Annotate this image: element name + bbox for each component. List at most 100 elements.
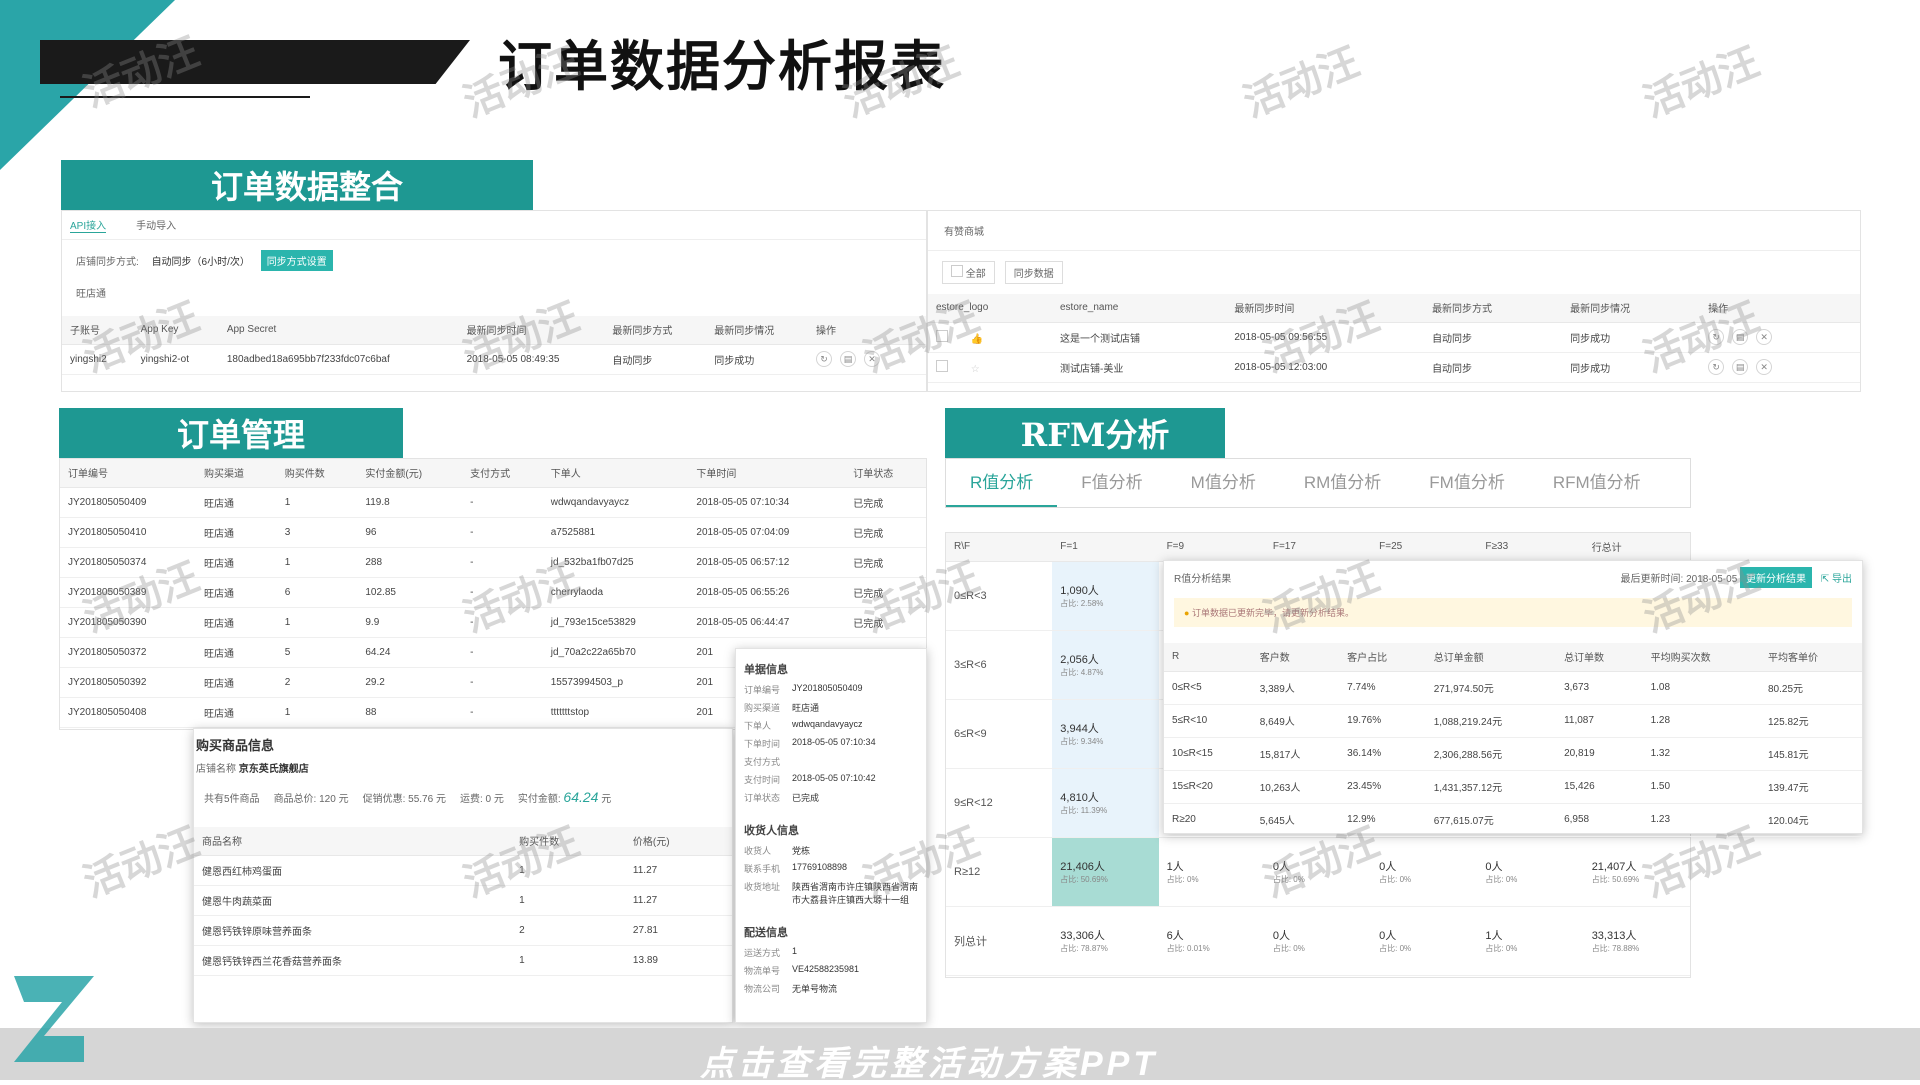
cell: 64.24 <box>357 637 463 668</box>
detail-key: 支付时间 <box>744 775 781 785</box>
delete-icon[interactable]: ✕ <box>1756 329 1773 345</box>
table-row: R≥20 5,645人 12.9% 677,615.07元 6,958 1.23 120.0… <box>1164 803 1862 837</box>
cell: 2018-05-05 06:57:12 <box>688 547 846 578</box>
col-header: 下单时间 <box>688 459 846 488</box>
cell: 15,817人 <box>1251 737 1340 771</box>
order-id-link[interactable]: JY201805050409 <box>60 487 197 518</box>
summary-discount: 促销优惠: 55.76 元 <box>362 794 446 805</box>
order-id-link[interactable]: JY201805050389 <box>60 577 197 608</box>
table-row: JY201805050410 旺店通 3 96- a7525881 2018-05-05 … <box>60 517 926 548</box>
order-id-link[interactable]: JY201805050390 <box>60 607 197 638</box>
detail-value: 党栋 <box>792 846 811 856</box>
detail-row: 订单状态 已完成 <box>744 791 918 804</box>
tab-1[interactable]: R值分析 <box>946 459 1058 507</box>
row-checkbox[interactable] <box>936 329 948 342</box>
detail-row: 支付时间 2018-05-05 07:10:42 <box>744 773 918 786</box>
edit-icon[interactable]: ▤ <box>840 351 857 367</box>
row-label: 6≤R<9 <box>946 699 1053 769</box>
detail-key: 下单人 <box>744 721 772 731</box>
delete-icon[interactable]: ✕ <box>1756 359 1773 375</box>
footer-cta-link[interactable]: 点击查看完整活动方案PPT <box>700 1036 1158 1085</box>
sync-icon[interactable]: ↻ <box>816 351 833 367</box>
delete-icon[interactable]: ✕ <box>864 351 881 367</box>
tab-2[interactable]: F值分析 <box>1057 459 1166 507</box>
cell: 同步成功 <box>1562 322 1701 353</box>
cell: 5,645人 <box>1251 803 1340 837</box>
goods-table: 商品名称 购买件数 价格(元) 健恩西红柿鸡蛋面 1 11.27 健恩牛肉蔬菜面 1 11.27… <box>194 827 732 976</box>
detail-row: 下单人 wdwqandavyaycz <box>744 719 918 732</box>
table-row: 健恩西红柿鸡蛋面 1 11.27 <box>194 855 732 886</box>
row-label: 列总计 <box>946 906 1053 976</box>
cell: 1.28 <box>1642 704 1760 738</box>
export-link[interactable]: ⇱ 导出 <box>1821 574 1852 585</box>
order-id-link[interactable]: JY201805050374 <box>60 547 197 578</box>
rfm-cell: 1,090人 占比: 2.58% <box>1052 561 1159 631</box>
rfm-tabs: R值分析 F值分析 M值分析 RM值分析 FM值分析 RFM值分析 <box>945 458 1691 508</box>
tab-4[interactable]: RM值分析 <box>1280 459 1405 507</box>
header-row: 商品名称 购买件数 价格(元) <box>194 827 732 856</box>
col-header: 总订单数 <box>1556 643 1643 672</box>
rfm-cell: 2,056人 占比: 4.87% <box>1052 630 1159 700</box>
cell: 2018-05-05 07:10:34 <box>688 487 846 518</box>
sync-data-button[interactable]: 同步数据 <box>1004 261 1063 284</box>
order-id-link[interactable]: JY201805050372 <box>60 637 197 668</box>
rfm-cell: 1人 占比: 0% <box>1477 906 1584 976</box>
cell: 1 <box>276 487 358 518</box>
cell-count: 0人 <box>1379 861 1397 873</box>
tab-5[interactable]: FM值分析 <box>1405 459 1529 507</box>
all-filter[interactable]: 全部 <box>942 261 995 284</box>
select-all-checkbox[interactable] <box>951 265 963 277</box>
cell: - <box>462 667 543 698</box>
col-header: 操作 <box>1700 294 1860 323</box>
detail-value: 1 <box>792 946 798 956</box>
order-id-link[interactable]: JY201805050392 <box>60 667 197 698</box>
receiver-title: 收货人信息 <box>744 825 799 837</box>
col-header: 最新同步时间 <box>1226 294 1425 323</box>
col-header: estore_name <box>1051 294 1227 323</box>
goods-title: 购买商品信息 <box>196 738 275 753</box>
title-bar-decoration <box>40 40 470 84</box>
cell: 自动同步 <box>604 344 707 375</box>
col-header: F=25 <box>1371 533 1478 562</box>
cell: 288 <box>357 547 463 578</box>
detail-key: 收货地址 <box>744 882 781 892</box>
update-analysis-button[interactable]: 更新分析结果 <box>1740 567 1813 588</box>
detail-key: 订单编号 <box>744 685 781 695</box>
cell: 2018-05-05 06:55:26 <box>688 577 846 608</box>
summary-shipping: 运费: 0 元 <box>459 794 504 805</box>
tab-manual[interactable]: 手动导入 <box>136 217 176 233</box>
sync-settings-button[interactable]: 同步方式设置 <box>260 250 333 271</box>
rfm-row: R≥12 21,406人 占比: 50.69% 1人 占比: 0% 0人 占比: 0% 0人占… <box>946 837 1690 907</box>
cell: 测试店铺-美业 <box>1051 352 1227 383</box>
table-row: ☆ 测试店铺-美业 2018-05-05 12:03:00 自动同步 同步成功 … <box>928 352 1860 383</box>
order-id-link[interactable]: JY201805050408 <box>60 697 197 728</box>
detail-row: 订单编号 JY201805050409 <box>744 683 918 696</box>
cell: 1 <box>276 697 358 728</box>
summary-count: 共有5件商品 <box>204 794 260 805</box>
rfm-row: 列总计 33,306人 占比: 78.87% 6人 占比: 0.01% 0人 占比: 0% 0… <box>946 906 1690 976</box>
cell: 1.32 <box>1642 737 1760 771</box>
rfm-cell: 33,306人 占比: 78.87% <box>1052 906 1159 976</box>
col-header: 订单编号 <box>60 459 197 488</box>
detail-value: 陕西省渭南市许庄镇陕西省渭南市大荔县许庄镇西大塬十一组 <box>792 882 919 905</box>
edit-icon[interactable]: ▤ <box>1732 329 1749 345</box>
edit-icon[interactable]: ▤ <box>1732 359 1749 375</box>
tab-6[interactable]: RFM值分析 <box>1529 459 1665 507</box>
sync-icon[interactable]: ↻ <box>1708 359 1725 375</box>
cell: 1 <box>511 885 625 916</box>
cell: 旺店通 <box>196 697 277 728</box>
tab-api[interactable]: API接入 <box>70 217 107 233</box>
cell: - <box>462 517 543 548</box>
cell-share: 占比: 78.87% <box>1060 944 1108 953</box>
order-id-link[interactable]: JY201805050410 <box>60 517 197 548</box>
cell: - <box>462 487 543 518</box>
detail-row: 下单时间 2018-05-05 07:10:34 <box>744 737 918 750</box>
detail-row: 物流单号 VE42588235981 <box>744 964 918 977</box>
col-header: 最新同步方式 <box>1424 294 1563 323</box>
sync-icon[interactable]: ↻ <box>1708 329 1725 345</box>
cell: 1.50 <box>1642 770 1760 804</box>
tab-3[interactable]: M值分析 <box>1167 459 1280 507</box>
r-analysis-popup: R值分析结果 最后更新时间: 2018-05-05 更新分析结果 ⇱ 导出 ● … <box>1163 560 1863 837</box>
row-checkbox[interactable] <box>936 359 948 372</box>
shop-name: 旺店通 <box>76 289 106 300</box>
